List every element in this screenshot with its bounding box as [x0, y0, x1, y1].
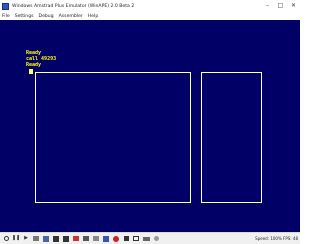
app-icon — [2, 2, 9, 10]
emulator-window: Windows Amstrad Plus Emulator (WinAPE) 2… — [0, 0, 300, 244]
window-title: Windows Amstrad Plus Emulator (WinAPE) 2… — [12, 3, 135, 9]
disk-icon[interactable] — [102, 235, 110, 243]
drive-b-icon[interactable] — [62, 235, 70, 243]
settings-icon[interactable] — [152, 235, 160, 243]
screen-line-ready-2: Ready — [26, 62, 42, 68]
joystick-icon[interactable] — [82, 235, 90, 243]
pause-icon[interactable]: ❚❚ — [12, 235, 20, 243]
snapshot-icon[interactable] — [32, 235, 40, 243]
speed-readout: Speed: 100% FPS: 48 — [255, 236, 298, 241]
menu-settings[interactable]: Settings — [15, 14, 34, 19]
save-icon[interactable] — [42, 235, 50, 243]
power-icon[interactable] — [2, 235, 10, 243]
keyboard-icon[interactable] — [142, 235, 150, 243]
emulator-screen[interactable]: Ready call 49293 Ready — [0, 20, 300, 232]
drive-a-icon[interactable] — [52, 235, 60, 243]
menu-file[interactable]: File — [2, 14, 10, 19]
text-cursor — [29, 69, 33, 74]
printer-icon[interactable] — [92, 235, 100, 243]
record-icon[interactable] — [112, 235, 120, 243]
left-frame — [35, 72, 191, 203]
maximize-button[interactable]: □ — [274, 0, 287, 12]
right-frame — [201, 72, 262, 203]
menu-debug[interactable]: Debug — [39, 14, 54, 19]
minimize-button[interactable]: – — [261, 0, 274, 12]
title-bar: Windows Amstrad Plus Emulator (WinAPE) 2… — [0, 0, 300, 12]
play-icon[interactable]: ▶ — [22, 235, 30, 243]
window-controls: – □ ✕ — [261, 0, 300, 12]
close-button[interactable]: ✕ — [287, 0, 300, 12]
tape-icon[interactable] — [72, 235, 80, 243]
menu-assembler[interactable]: Assembler — [59, 14, 83, 19]
menu-help[interactable]: Help — [88, 14, 98, 19]
status-bar: ❚❚ ▶ Speed: 100% FPS: 48 — [0, 232, 300, 244]
menu-bar: File Settings Debug Assembler Help — [0, 12, 300, 20]
fullscreen-icon[interactable] — [132, 235, 140, 243]
stop-icon[interactable] — [122, 235, 130, 243]
